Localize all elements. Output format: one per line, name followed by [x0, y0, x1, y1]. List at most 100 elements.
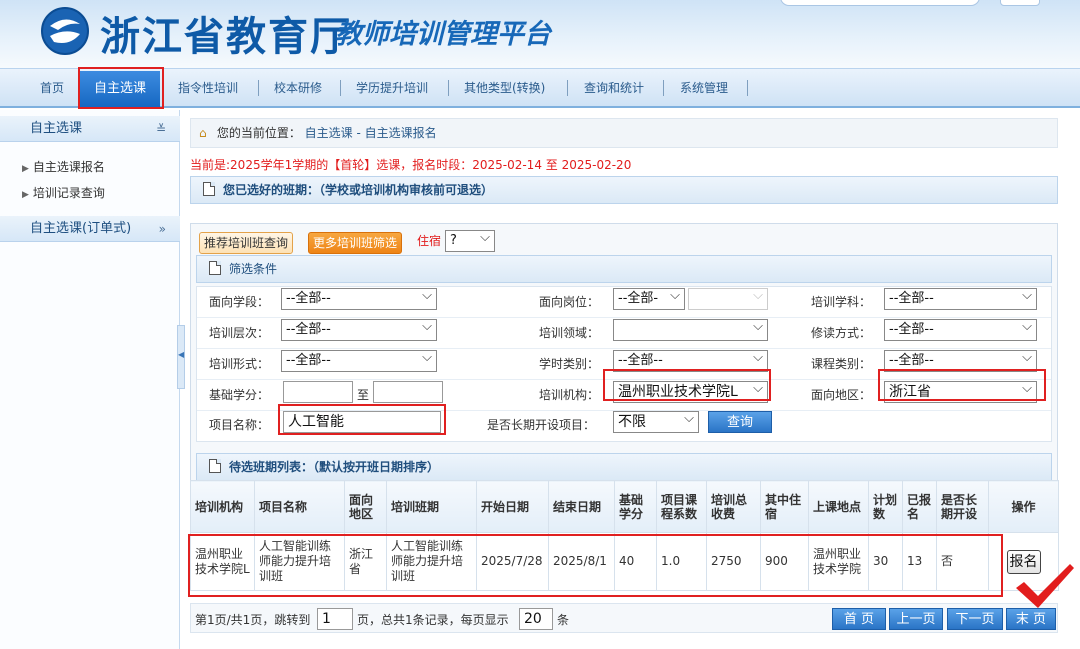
nav-directive-training[interactable]: 指令性培训 — [178, 79, 238, 96]
cell-region: 浙江省 — [344, 532, 387, 591]
org-title: 浙江省教育厅 — [100, 13, 352, 60]
per-page-input[interactable]: 20 — [519, 608, 553, 630]
top-button[interactable] — [1000, 0, 1040, 6]
home-icon: ⌂ — [199, 126, 207, 140]
breadcrumb: ⌂ 您的当前位置： 自主选课 - 自主选课报名 — [190, 118, 1058, 148]
stage-select[interactable]: --全部-- — [281, 288, 437, 310]
platform-title: 教师培训管理平台 — [335, 19, 551, 50]
grid-divider — [197, 317, 1051, 318]
course-type-select[interactable]: --全部-- — [884, 350, 1037, 372]
col-project: 项目名称 — [254, 480, 345, 533]
sidebar-section-self-select[interactable]: 自主选课 ≚ — [0, 116, 180, 142]
sidebar: 自主选课 ≚ ▶ 自主选课报名 ▶ 培训记录查询 自主选课(订单式) » — [0, 110, 180, 649]
nav-system-admin[interactable]: 系统管理 — [680, 79, 728, 96]
caret-left-icon: ◀ — [178, 350, 185, 359]
pager: 第1页/共1页，跳转到 1 页，总共1条记录，每页显示 20 条 首 页 上一页… — [190, 603, 1058, 633]
long-term-label: 是否长期开设项目： — [487, 418, 596, 432]
logo-icon — [41, 7, 89, 55]
cell-fee: 2750 — [706, 532, 761, 591]
cell-enrolled: 13 — [902, 532, 937, 591]
col-fee: 培训总收费 — [706, 480, 761, 533]
nav-separator — [340, 80, 341, 96]
stay-select[interactable]: ? — [445, 230, 495, 252]
level-label: 培训层次： — [209, 326, 270, 340]
subject-select[interactable]: --全部-- — [884, 288, 1037, 310]
form-select[interactable]: --全部-- — [281, 350, 437, 372]
first-page-button[interactable]: 首 页 — [832, 608, 886, 630]
level-select[interactable]: --全部-- — [281, 319, 437, 341]
pager-suffix: 条 — [557, 613, 570, 627]
pager-prefix: 第1页/共1页，跳转到 — [195, 613, 311, 627]
sidebar-collapse-handle[interactable]: ◀ — [177, 325, 185, 389]
col-plan: 计划数 — [868, 480, 903, 533]
long-term-select[interactable]: 不限 — [613, 411, 699, 433]
hour-type-label: 学时类别： — [539, 357, 600, 371]
cell-institution[interactable]: 温州职业技术学院L — [190, 532, 255, 591]
cell-credits: 40 — [614, 532, 657, 591]
tab-more-filters[interactable]: 更多培训班筛选 — [308, 232, 403, 254]
prev-page-button[interactable]: 上一页 — [889, 608, 943, 630]
cell-project: 人工智能训练师能力提升培训班 — [254, 532, 345, 591]
query-button[interactable]: 查询 — [708, 411, 772, 433]
post-label: 面向岗位： — [539, 295, 600, 309]
credits-from-input[interactable] — [283, 381, 353, 403]
breadcrumb-level2[interactable]: 自主选课报名 — [365, 126, 437, 140]
sidebar-section-order[interactable]: 自主选课(订单式) » — [0, 216, 180, 242]
post-subselect[interactable] — [688, 288, 768, 310]
study-mode-select[interactable]: --全部-- — [884, 319, 1037, 341]
top-search-input[interactable] — [780, 0, 980, 6]
tab-recommend-query[interactable]: 推荐培训班查询 — [199, 232, 294, 254]
nav-home[interactable]: 首页 — [40, 79, 64, 96]
page-jump-input[interactable]: 1 — [317, 608, 353, 630]
col-session: 培训班期 — [386, 480, 477, 533]
cell-plan: 30 — [868, 532, 903, 591]
results-table: 培训机构 项目名称 面向地区 培训班期 开始日期 结束日期 基础学分 项目课程系… — [190, 480, 1059, 591]
col-credits: 基础学分 — [614, 480, 657, 533]
document-icon — [209, 261, 221, 275]
results-title: 待选班期列表：（默认按开班日期排序） — [229, 460, 440, 474]
sidebar-item-records[interactable]: ▶ 培训记录查询 — [22, 184, 105, 201]
nav-separator — [448, 80, 449, 96]
filter-conditions-header: 筛选条件 — [196, 255, 1052, 283]
region-select[interactable]: 浙江省 — [884, 381, 1037, 403]
col-location: 上课地点 — [808, 480, 869, 533]
nav-school-research[interactable]: 校本研修 — [274, 79, 322, 96]
col-institution: 培训机构 — [190, 480, 255, 533]
grid-divider — [197, 379, 1051, 380]
nav-other-types[interactable]: 其他类型(转换) — [464, 79, 545, 96]
next-page-button[interactable]: 下一页 — [947, 608, 1003, 630]
breadcrumb-prefix: 您的当前位置： — [216, 126, 301, 140]
post-select[interactable]: --全部- — [613, 288, 685, 310]
col-lodging: 其中住宿 — [760, 480, 809, 533]
document-icon — [209, 459, 221, 473]
document-icon — [203, 182, 215, 196]
field-select[interactable] — [613, 319, 768, 341]
header: 浙江省教育厅 教师培训管理平台 — [0, 0, 1080, 68]
nav-degree-training[interactable]: 学历提升培训 — [356, 79, 428, 96]
institution-label: 培训机构： — [539, 388, 600, 402]
table-row: 温州职业技术学院L 人工智能训练师能力提升培训班 浙江省 人工智能训练师能力提升… — [190, 532, 1059, 591]
chevron-double-right-icon[interactable]: » — [159, 216, 166, 242]
cell-lodging: 900 — [760, 532, 809, 591]
results-header: 待选班期列表：（默认按开班日期排序） — [196, 453, 1052, 481]
sidebar-item-label: 培训记录查询 — [32, 186, 105, 200]
breadcrumb-level1[interactable]: 自主选课 - — [305, 126, 361, 140]
field-label: 培训领域： — [539, 326, 600, 340]
institution-select[interactable]: 温州职业技术学院L — [613, 381, 768, 403]
cell-session[interactable]: 人工智能训练师能力提升培训班 — [386, 532, 477, 591]
cell-long-term: 否 — [936, 532, 989, 591]
checkmark-icon — [1016, 564, 1074, 608]
col-end: 结束日期 — [548, 480, 615, 533]
project-name-label: 项目名称： — [209, 418, 270, 432]
hour-type-select[interactable]: --全部-- — [613, 350, 768, 372]
nav-query-stats[interactable]: 查询和统计 — [584, 79, 644, 96]
subject-label: 培训学科： — [811, 295, 872, 309]
chevron-double-down-icon[interactable]: ≚ — [156, 116, 166, 142]
triangle-right-icon: ▶ — [22, 164, 29, 174]
project-name-input[interactable]: 人工智能 — [283, 411, 441, 433]
sidebar-item-signup[interactable]: ▶ 自主选课报名 — [22, 158, 105, 175]
credits-to-input[interactable] — [373, 381, 443, 403]
cell-location: 温州职业技术学院 — [808, 532, 869, 591]
nav-self-select[interactable]: 自主选课 — [80, 71, 160, 107]
table-header-row: 培训机构 项目名称 面向地区 培训班期 开始日期 结束日期 基础学分 项目课程系… — [190, 480, 1059, 533]
